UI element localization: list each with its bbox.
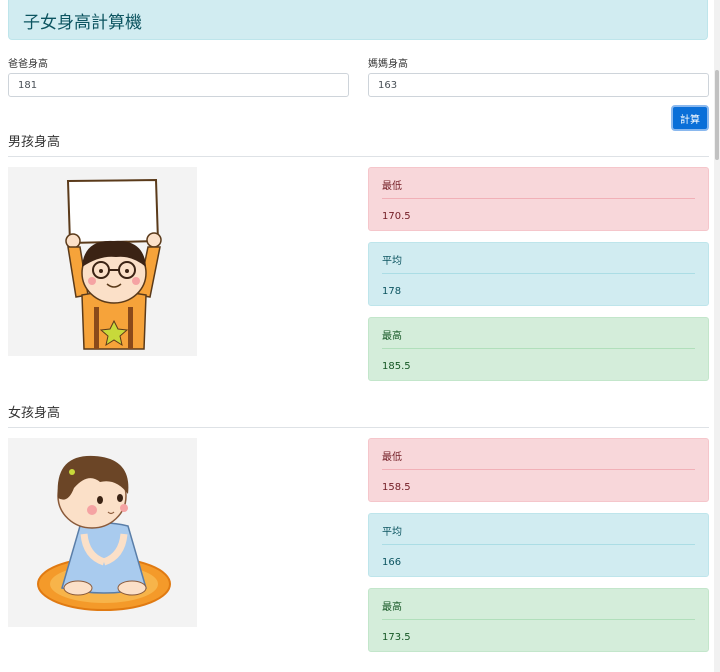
boy-section-divider bbox=[8, 156, 709, 157]
page-title: 子女身高計算機 bbox=[23, 13, 142, 33]
girl-sitting-icon bbox=[37, 455, 171, 611]
girl-avg-divider bbox=[382, 544, 695, 545]
girl-min-card: 最低 158.5 bbox=[368, 438, 709, 502]
mother-height-label: 媽媽身高 bbox=[368, 59, 408, 70]
boy-section-title: 男孩身高 bbox=[8, 135, 61, 150]
boy-min-label: 最低 bbox=[382, 181, 402, 192]
girl-avg-label: 平均 bbox=[382, 527, 402, 538]
boy-avg-divider bbox=[382, 273, 695, 274]
calculate-button[interactable]: 計算 bbox=[671, 105, 709, 131]
boy-holding-sign-icon bbox=[65, 178, 162, 350]
boy-avg-card: 平均 178 bbox=[368, 242, 709, 306]
girl-min-value: 158.5 bbox=[382, 482, 411, 493]
girl-section-divider bbox=[8, 427, 709, 428]
girl-image bbox=[8, 438, 197, 627]
father-height-input[interactable] bbox=[8, 73, 349, 97]
boy-max-divider bbox=[382, 348, 695, 349]
girl-min-divider bbox=[382, 469, 695, 470]
girl-section-title: 女孩身高 bbox=[8, 406, 61, 421]
father-height-label: 爸爸身高 bbox=[8, 59, 48, 70]
mother-height-input[interactable] bbox=[368, 73, 709, 97]
girl-avg-value: 166 bbox=[382, 557, 402, 568]
boy-min-value: 170.5 bbox=[382, 211, 411, 222]
boy-max-card: 最高 185.5 bbox=[368, 317, 709, 381]
boy-min-divider bbox=[382, 198, 695, 199]
boy-max-label: 最高 bbox=[382, 331, 402, 342]
boy-avg-value: 178 bbox=[382, 286, 402, 297]
page-scrollbar[interactable] bbox=[714, 0, 720, 672]
girl-max-card: 最高 173.5 bbox=[368, 588, 709, 652]
boy-min-card: 最低 170.5 bbox=[368, 167, 709, 231]
girl-max-value: 173.5 bbox=[382, 632, 411, 643]
boy-image bbox=[8, 167, 197, 356]
girl-min-label: 最低 bbox=[382, 452, 402, 463]
page-header: 子女身高計算機 bbox=[8, 0, 708, 40]
girl-avg-card: 平均 166 bbox=[368, 513, 709, 577]
girl-max-label: 最高 bbox=[382, 602, 402, 613]
boy-avg-label: 平均 bbox=[382, 256, 402, 267]
scrollbar-thumb[interactable] bbox=[715, 70, 719, 160]
boy-max-value: 185.5 bbox=[382, 361, 411, 372]
girl-max-divider bbox=[382, 619, 695, 620]
